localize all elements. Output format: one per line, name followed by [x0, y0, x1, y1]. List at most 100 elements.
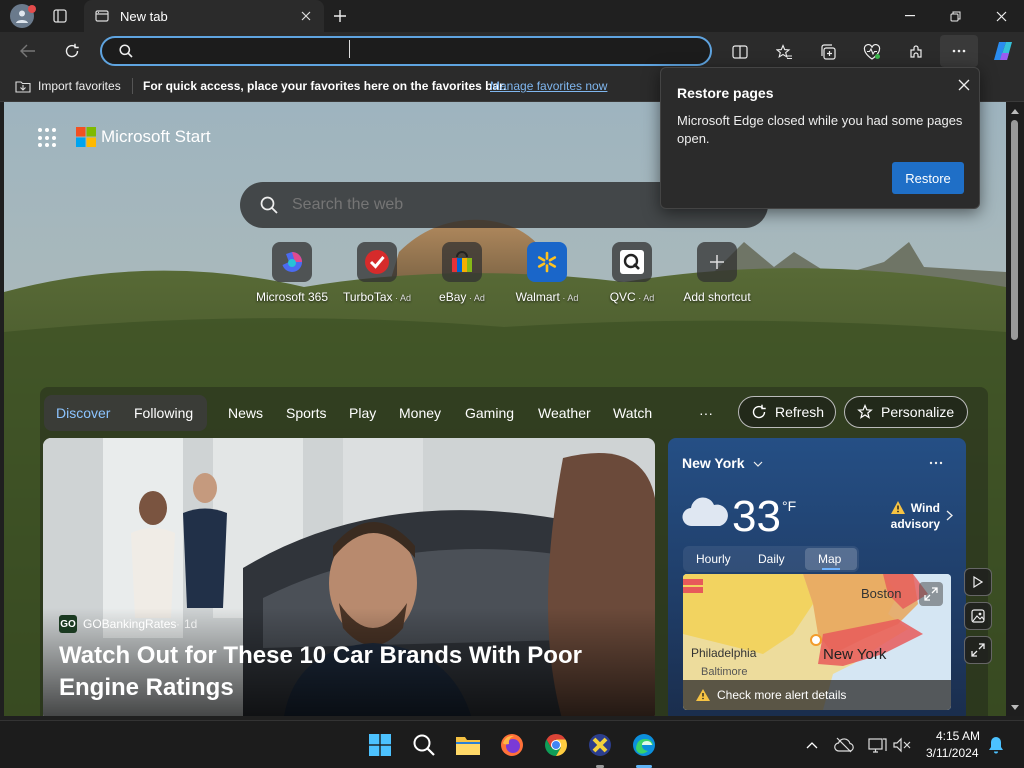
shortcut-ebay[interactable]: eBay · Ad: [414, 242, 510, 304]
browser-essentials-icon[interactable]: [862, 42, 882, 62]
add-shortcut-button[interactable]: Add shortcut: [669, 242, 765, 304]
notifications-bell-icon[interactable]: [986, 735, 1006, 755]
tab-news[interactable]: News: [228, 405, 263, 421]
clock-date[interactable]: 3/11/2024: [926, 746, 979, 760]
weather-map[interactable]: Boston Philadelphia Baltimore New York C…: [683, 574, 951, 710]
article-title[interactable]: Watch Out for These 10 Car Brands With P…: [59, 640, 649, 704]
scrollbar-thumb[interactable]: [1011, 120, 1018, 340]
weather-tab-daily[interactable]: Daily: [758, 552, 785, 566]
volume-muted-icon[interactable]: [892, 735, 912, 755]
import-favorites-link[interactable]: Import favorites: [38, 79, 121, 93]
firefox-icon[interactable]: [496, 729, 528, 761]
weather-card: New York 33 °F Wind advisory Hourly Dail…: [668, 438, 966, 716]
taskbar-search-icon[interactable]: [408, 729, 440, 761]
tab-following[interactable]: Following: [134, 405, 193, 421]
restore-window-button[interactable]: [943, 6, 967, 26]
close-window-button[interactable]: [989, 6, 1013, 26]
background-image-button[interactable]: [964, 602, 992, 630]
file-explorer-icon[interactable]: [452, 729, 484, 761]
clock-time[interactable]: 4:15 AM: [936, 729, 980, 743]
temperature-unit: °F: [782, 498, 797, 514]
plus-icon: [697, 242, 737, 282]
shortcut-walmart[interactable]: Walmart · Ad: [499, 242, 595, 304]
alert-details-bar[interactable]: Check more alert details: [683, 680, 951, 710]
collections-icon[interactable]: [818, 42, 838, 62]
weather-tab-map[interactable]: Map: [818, 552, 841, 566]
manage-favorites-link[interactable]: Manage favorites now: [490, 79, 607, 93]
restore-button[interactable]: Restore: [892, 162, 964, 194]
page-scrollbar[interactable]: [1006, 102, 1024, 716]
dialog-message: Microsoft Edge closed while you had some…: [677, 113, 963, 146]
hero-article-card[interactable]: GO GOBankingRates · 1d Watch Out for The…: [43, 438, 655, 716]
network-icon[interactable]: [866, 735, 888, 755]
article-age: 1d: [184, 617, 198, 631]
extensions-icon[interactable]: [906, 42, 926, 62]
chevron-down-icon[interactable]: [752, 459, 764, 469]
tab-weather[interactable]: Weather: [538, 405, 591, 421]
search-input[interactable]: [292, 194, 712, 216]
start-windows-icon[interactable]: [364, 729, 396, 761]
tab-actions-icon[interactable]: [50, 6, 70, 26]
new-tab-button[interactable]: [330, 6, 350, 26]
favorites-icon[interactable]: [774, 42, 794, 62]
tab-watch[interactable]: Watch: [613, 405, 652, 421]
tab-gaming[interactable]: Gaming: [465, 405, 514, 421]
temperature-value: 33: [732, 492, 781, 541]
microsoft-365-icon: [272, 242, 312, 282]
tab-close-icon[interactable]: [298, 8, 314, 24]
apps-launcher-icon[interactable]: [38, 128, 58, 148]
text-cursor: [349, 40, 350, 58]
address-input[interactable]: [142, 41, 702, 61]
app-x-icon[interactable]: [584, 729, 616, 761]
tab-new-tab[interactable]: New tab: [84, 0, 324, 32]
search-icon: [118, 43, 134, 59]
refresh-button[interactable]: [62, 41, 82, 61]
chrome-icon[interactable]: [540, 729, 572, 761]
weather-alert[interactable]: Wind advisory: [888, 500, 940, 532]
shortcut-turbotax[interactable]: TurboTax · Ad: [329, 242, 425, 304]
split-screen-icon[interactable]: [730, 42, 750, 62]
tab-discover[interactable]: Discover: [56, 405, 110, 421]
shortcut-qvc[interactable]: QVC · Ad: [584, 242, 680, 304]
minimize-button[interactable]: [898, 6, 922, 26]
weather-tab-indicator: [822, 568, 840, 570]
settings-more-button[interactable]: [940, 35, 978, 67]
article-source[interactable]: GOBankingRates: [83, 617, 176, 631]
weather-more-icon[interactable]: [926, 456, 946, 470]
fullscreen-button[interactable]: [964, 636, 992, 664]
tab-play[interactable]: Play: [349, 405, 376, 421]
map-label-new-york: New York: [823, 646, 887, 663]
chevron-right-icon[interactable]: [944, 508, 954, 522]
address-bar[interactable]: [100, 36, 712, 66]
close-icon[interactable]: [953, 74, 975, 96]
play-video-button[interactable]: [964, 568, 992, 596]
scroll-up-icon[interactable]: [1010, 106, 1020, 116]
taskbar: 4:15 AM 3/11/2024: [0, 720, 1024, 768]
alert-details-link[interactable]: Check more alert details: [717, 688, 846, 702]
personalize-button[interactable]: Personalize: [844, 396, 968, 428]
microsoft-logo-icon: [76, 127, 96, 147]
more-tabs-button[interactable]: ···: [699, 405, 713, 421]
turbotax-icon: [357, 242, 397, 282]
tab-money[interactable]: Money: [399, 405, 441, 421]
shortcut-microsoft-365[interactable]: Microsoft 365: [244, 242, 340, 304]
copilot-icon[interactable]: [990, 38, 1016, 64]
shortcut-label: Add shortcut: [683, 290, 751, 304]
scroll-down-icon[interactable]: [1010, 702, 1020, 712]
shortcut-ad-badge: Ad: [643, 293, 655, 303]
weather-location[interactable]: New York: [682, 455, 745, 471]
tab-sports[interactable]: Sports: [286, 405, 326, 421]
shortcut-label: eBay: [439, 290, 467, 304]
edge-icon[interactable]: [628, 729, 660, 761]
expand-map-icon[interactable]: [919, 582, 943, 606]
shortcut-label: Walmart: [515, 290, 560, 304]
brand-title[interactable]: Microsoft Start: [101, 127, 211, 147]
refresh-feed-button[interactable]: Refresh: [738, 396, 836, 428]
personalize-star-icon: [857, 404, 873, 420]
weather-tab-hourly[interactable]: Hourly: [696, 552, 731, 566]
show-hidden-icons[interactable]: [804, 737, 820, 753]
shortcut-label: TurboTax: [342, 290, 393, 304]
cloud-offline-icon[interactable]: [834, 735, 854, 755]
import-favorites-icon: [14, 78, 32, 94]
back-button[interactable]: [18, 41, 38, 61]
